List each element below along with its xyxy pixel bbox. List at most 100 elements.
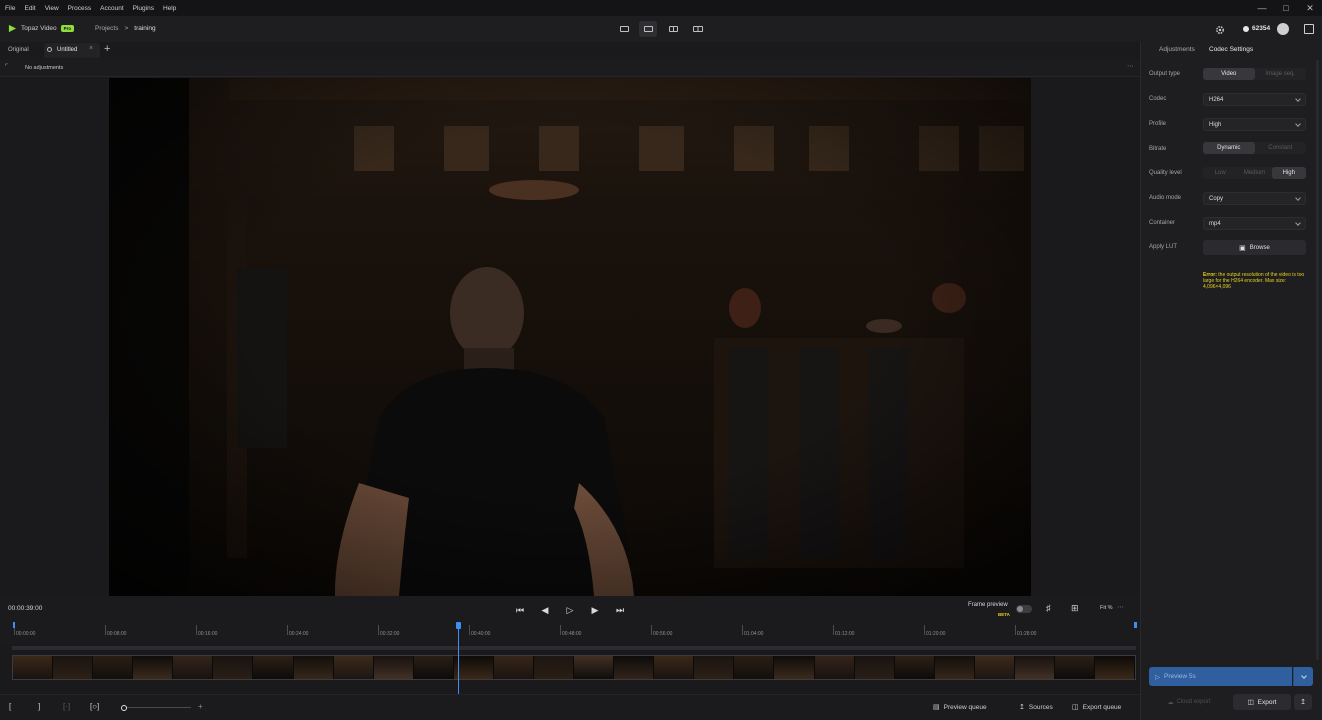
topaz-logo-icon <box>8 24 17 33</box>
audio-mode-select[interactable]: Copy <box>1203 192 1306 205</box>
view-split-button[interactable] <box>664 21 682 37</box>
bitrate-constant-option[interactable]: Constant <box>1255 142 1307 154</box>
close-icon[interactable]: ✕ <box>1298 0 1322 16</box>
zoom-fit[interactable]: Fit % <box>1100 605 1113 611</box>
go-to-end-button[interactable]: ⏭ <box>614 604 626 616</box>
sources-button[interactable]: ↥ Sources <box>1019 703 1053 712</box>
quality-high-option[interactable]: High <box>1271 167 1306 179</box>
timeline-tick <box>560 625 561 635</box>
container-select[interactable]: mp4 <box>1203 217 1306 230</box>
video-track[interactable] <box>12 655 1136 680</box>
add-tab-icon[interactable]: + <box>104 43 110 55</box>
quality-medium-option[interactable]: Medium <box>1237 167 1271 179</box>
menu-plugins[interactable]: Plugins <box>128 5 158 12</box>
profile-select[interactable]: High <box>1203 118 1306 131</box>
chevron-down-icon <box>1295 219 1301 226</box>
out-point-marker[interactable] <box>1134 622 1137 628</box>
share-button[interactable]: ↥ <box>1294 694 1312 710</box>
thumbnail-frame <box>293 656 334 679</box>
preview-play-icon: ▷ <box>1155 673 1160 681</box>
in-point-marker[interactable] <box>13 622 15 628</box>
thumbnail-frame <box>574 656 615 679</box>
timeline-tick <box>924 625 925 635</box>
bitrate-label: Bitrate <box>1149 146 1167 152</box>
view-side-by-side-button[interactable] <box>689 21 707 37</box>
quality-low-option[interactable]: Low <box>1203 167 1237 179</box>
breadcrumb-projects[interactable]: Projects <box>95 25 118 32</box>
skip-start-icon: ⏮ <box>515 604 525 615</box>
frame-preview-toggle[interactable] <box>1016 605 1032 613</box>
play-button[interactable]: ▷ <box>564 604 576 616</box>
tab-original[interactable]: Original <box>8 47 29 53</box>
bitrate-toggle[interactable]: Dynamic Constant <box>1203 142 1306 154</box>
tab-codec-settings[interactable]: Codec Settings <box>1209 46 1253 53</box>
preview-queue-button[interactable]: ▤ Preview queue <box>933 703 987 712</box>
crop-icon[interactable]: ⊞ <box>1071 603 1079 614</box>
output-type-toggle[interactable]: Video Image seq. <box>1203 68 1306 80</box>
thumbnail-frame <box>213 656 254 679</box>
credits-counter[interactable]: 62354 <box>1243 25 1270 32</box>
select-range-icon[interactable]: [○] <box>90 702 99 711</box>
bitrate-dynamic-option[interactable]: Dynamic <box>1203 142 1255 154</box>
timeline-scrubber[interactable] <box>12 646 1136 650</box>
codec-select[interactable]: H264 <box>1203 93 1306 106</box>
menu-file[interactable]: File <box>0 5 19 12</box>
menu-edit[interactable]: Edit <box>19 5 39 12</box>
chevron-down-icon <box>1295 120 1301 127</box>
audio-icon[interactable]: ♯ <box>1046 603 1051 613</box>
adjustments-status: No adjustments <box>25 65 64 71</box>
thumbnail-frame <box>854 656 895 679</box>
avatar[interactable] <box>1277 23 1289 35</box>
export-button[interactable]: ◫ Export <box>1233 694 1291 710</box>
zoom-more-icon[interactable]: ⋯ <box>1117 603 1124 611</box>
go-to-start-button[interactable]: ⏮ <box>514 604 526 616</box>
settings-button[interactable] <box>1214 24 1226 36</box>
view-single-button[interactable] <box>639 21 657 37</box>
panel-scrollbar[interactable] <box>1316 60 1319 660</box>
chevron-down-icon <box>1300 672 1307 679</box>
sources-label: Sources <box>1028 703 1053 711</box>
tab-close-icon[interactable]: × <box>89 45 93 52</box>
menu-view[interactable]: View <box>40 5 63 12</box>
thumbnail-frame <box>934 656 975 679</box>
minimize-icon[interactable]: — <box>1250 0 1274 16</box>
adjust-icon[interactable]: ⌜ <box>5 63 8 71</box>
next-frame-button[interactable]: ▶ <box>589 604 601 616</box>
export-queue-button[interactable]: ◫ Export queue <box>1072 703 1121 712</box>
maximize-icon[interactable]: □ <box>1274 0 1298 16</box>
app-brand[interactable]: Topaz Video Pro <box>8 24 75 33</box>
output-image-seq-option[interactable]: Image seq. <box>1255 68 1307 80</box>
output-video-option[interactable]: Video <box>1203 68 1255 80</box>
cloud-export-button[interactable]: ☁ Cloud export <box>1150 694 1228 710</box>
zoom-in-icon[interactable]: + <box>198 702 203 711</box>
menu-process[interactable]: Process <box>63 5 95 12</box>
preview-button[interactable]: ▷ Preview 5s <box>1149 667 1292 686</box>
thumbnail-frame <box>493 656 535 679</box>
set-out-point-icon[interactable]: ] <box>38 702 40 711</box>
tab-untitled[interactable]: Untitled <box>57 47 77 53</box>
view-single-crop-button[interactable] <box>615 21 633 37</box>
playhead-line[interactable] <box>458 622 459 694</box>
cloud-export-label: Cloud export <box>1176 699 1211 705</box>
preview-options-button[interactable] <box>1293 667 1313 686</box>
zoom-slider-track[interactable] <box>127 707 191 708</box>
quality-level-toggle[interactable]: Low Medium High <box>1203 167 1306 179</box>
more-options-icon[interactable]: ⋯ <box>1127 62 1134 70</box>
side-by-side-icon <box>693 26 703 32</box>
thumbnail-frame <box>173 656 214 679</box>
clear-range-icon[interactable]: [·] <box>63 702 70 711</box>
container-value: mp4 <box>1209 220 1221 227</box>
skip-end-icon: ⏭ <box>615 604 625 615</box>
timeline-tick <box>287 625 288 635</box>
toggle-panel-icon[interactable] <box>1304 24 1314 34</box>
previous-frame-button[interactable]: ◀ <box>539 604 551 616</box>
video-frame[interactable] <box>109 78 1031 596</box>
menu-account[interactable]: Account <box>95 5 128 12</box>
menu-help[interactable]: Help <box>158 5 180 12</box>
zoom-slider-handle[interactable] <box>121 705 127 711</box>
set-in-point-icon[interactable]: [ <box>9 702 11 711</box>
browse-lut-button[interactable]: ▣ Browse <box>1203 240 1306 255</box>
thumbnail-frame <box>373 656 414 679</box>
playhead-handle[interactable] <box>456 622 461 629</box>
tab-adjustments[interactable]: Adjustments <box>1159 46 1195 53</box>
